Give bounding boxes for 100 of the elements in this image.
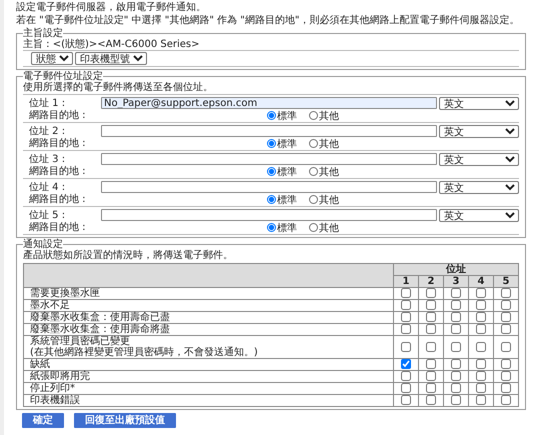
address-label: 位址 2 : (29, 124, 66, 138)
notify-checkbox[interactable] (501, 395, 511, 406)
notify-checkbox[interactable] (501, 288, 511, 298)
section-title: 電子郵件位址設定 (23, 71, 103, 82)
notify-checkbox[interactable] (451, 312, 461, 322)
notify-checkbox[interactable] (451, 324, 461, 334)
notify-checkbox[interactable] (476, 342, 486, 352)
radio-button[interactable] (309, 195, 318, 204)
radio-button[interactable] (309, 111, 318, 120)
address-label: 位址 4 : (29, 180, 66, 194)
notify-checkbox[interactable] (451, 359, 461, 370)
notify-checkbox[interactable] (451, 395, 461, 406)
destination-label: 網路目的地 : (29, 138, 87, 149)
language-select[interactable]: 英文 (439, 96, 519, 110)
radio-button[interactable] (309, 223, 318, 232)
radio-label: 其他 (319, 166, 339, 178)
email-address-field[interactable] (101, 181, 437, 193)
destination-label: 網路目的地 : (29, 222, 87, 233)
radio-button[interactable] (267, 223, 276, 232)
notify-checkbox[interactable] (401, 324, 411, 334)
radio-button[interactable] (267, 139, 276, 148)
notify-checkbox[interactable] (426, 371, 436, 382)
restore-defaults-button[interactable]: 回復至出廠預設值 (74, 413, 176, 428)
notify-checkbox[interactable] (426, 383, 436, 394)
notify-checkbox[interactable] (476, 359, 486, 370)
notify-checkbox[interactable] (426, 300, 436, 310)
event-label: 墨水不足 (30, 300, 71, 311)
language-select[interactable]: 英文 (439, 180, 519, 194)
radio-button[interactable] (309, 139, 318, 148)
notify-checkbox[interactable] (451, 288, 461, 298)
subject-text: 主旨 : <(狀態)><AM-C6000 Series> (23, 39, 519, 51)
notify-checkbox[interactable] (426, 359, 436, 370)
notify-checkbox[interactable] (401, 395, 411, 406)
notify-checkbox[interactable] (451, 300, 461, 310)
radio-label: 標準 (277, 110, 297, 122)
notify-checkbox[interactable] (426, 395, 436, 406)
notify-checkbox[interactable] (476, 288, 486, 298)
notify-checkbox[interactable] (401, 371, 411, 382)
event-label: 印表機錯誤 (30, 395, 81, 406)
radio-button[interactable] (267, 167, 276, 176)
subject-select[interactable]: 狀態 (31, 52, 73, 65)
section-description: 產品狀態如所設置的情況時，將傳送電子郵件。 (23, 250, 234, 262)
radio-label: 其他 (319, 110, 339, 122)
notify-checkbox[interactable] (501, 312, 511, 322)
notify-checkbox[interactable] (451, 383, 461, 394)
notify-checkbox[interactable] (401, 383, 411, 394)
radio-button[interactable] (267, 111, 276, 120)
notify-checkbox[interactable] (401, 288, 411, 298)
destination-label: 網路目的地 : (29, 166, 87, 177)
event-label: 廢棄墨水收集盒：使用壽命將盡 (30, 324, 171, 335)
email-address-field[interactable] (101, 125, 437, 137)
notify-checkbox[interactable] (476, 395, 486, 406)
email-address-field[interactable]: No_Paper@support.epson.com (101, 97, 437, 109)
event-note: (在其他網路裡變更管理員密碼時，不會發送通知。) (30, 347, 259, 358)
language-select[interactable]: 英文 (439, 124, 519, 138)
address-label: 位址 1 : (29, 96, 66, 110)
destination-label: 網路目的地 : (29, 110, 87, 121)
email-address-field[interactable] (101, 209, 437, 221)
instruction-text: 若在 "電子郵件位址設定" 中選擇 "其他網路" 作為 "網路目的地"，則必須在其他網路上配置電子郵件伺服器設定。 (16, 15, 520, 27)
notify-checkbox[interactable] (476, 300, 486, 310)
notify-checkbox[interactable] (501, 324, 511, 334)
radio-label: 標準 (277, 166, 297, 178)
notify-checkbox[interactable] (501, 371, 511, 382)
radio-label: 其他 (319, 138, 339, 150)
event-label: 紙張即將用完 (30, 371, 91, 382)
notify-checkbox[interactable] (426, 312, 436, 322)
event-label: 需要更換墨水匣 (30, 288, 101, 299)
notify-checkbox[interactable] (476, 324, 486, 334)
event-label: 缺紙 (30, 359, 51, 370)
notify-checkbox[interactable] (451, 342, 461, 352)
notify-checkbox[interactable] (401, 300, 411, 310)
notify-checkbox[interactable] (401, 342, 411, 352)
notify-checkbox[interactable] (426, 288, 436, 298)
destination-label: 網路目的地 : (29, 194, 87, 205)
radio-label: 標準 (277, 222, 297, 234)
address-label: 位址 3 : (29, 152, 66, 166)
notify-checkbox[interactable] (476, 383, 486, 394)
notify-checkbox[interactable] (476, 312, 486, 322)
notify-checkbox[interactable] (426, 342, 436, 352)
ok-button[interactable]: 確定 (22, 413, 64, 428)
email-address-field[interactable] (101, 153, 437, 165)
notify-checkbox[interactable] (501, 342, 511, 352)
notify-checkbox[interactable] (501, 383, 511, 394)
notify-checkbox[interactable] (426, 324, 436, 334)
radio-button[interactable] (267, 195, 276, 204)
notify-checkbox[interactable] (451, 371, 461, 382)
subject-select[interactable]: 印表機型號 (75, 52, 147, 65)
notify-checkbox[interactable] (501, 359, 511, 370)
radio-label: 標準 (277, 138, 297, 150)
radio-button[interactable] (309, 167, 318, 176)
notify-checkbox[interactable] (401, 312, 411, 322)
language-select[interactable]: 英文 (439, 208, 519, 222)
language-select[interactable]: 英文 (439, 152, 519, 166)
event-label: 廢棄墨水收集盒：使用壽命已盡 (30, 312, 171, 323)
notify-checkbox[interactable] (401, 359, 411, 370)
notify-checkbox[interactable] (476, 371, 486, 382)
event-label: 系統管理員密碼已變更 (30, 336, 131, 347)
radio-label: 標準 (277, 194, 297, 206)
section-description: 使用所選擇的電子郵件將傳送至各個位址。 (23, 82, 519, 95)
notify-checkbox[interactable] (501, 300, 511, 310)
